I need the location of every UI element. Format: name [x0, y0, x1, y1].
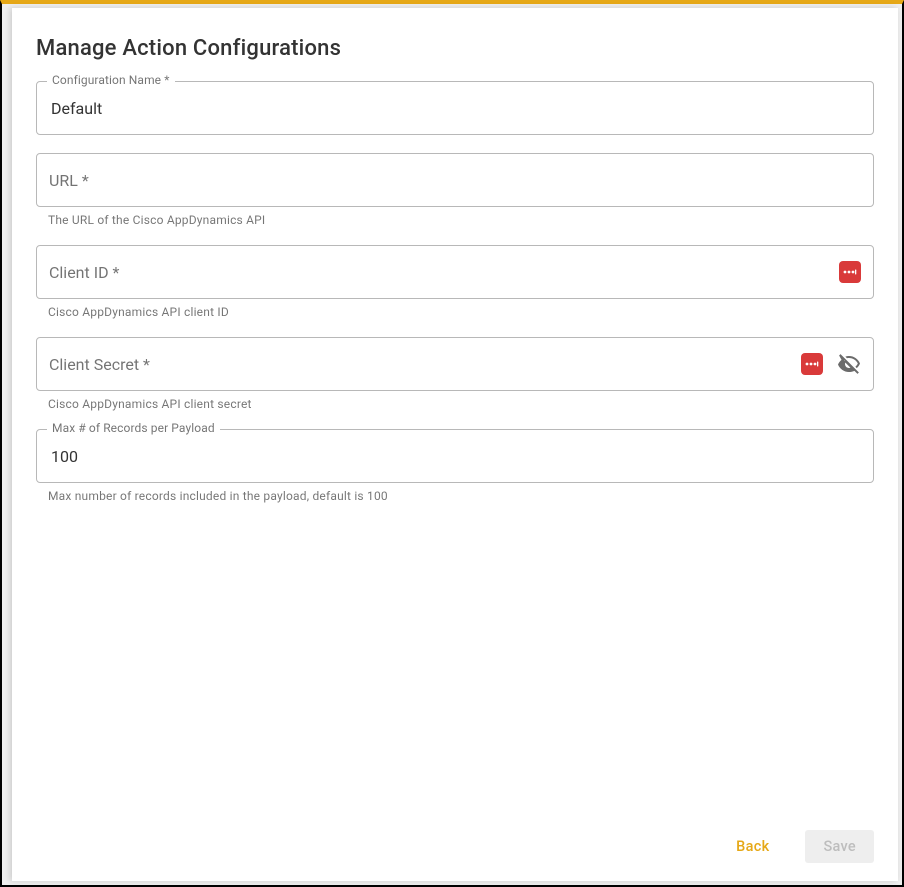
- url-helper: The URL of the Cisco AppDynamics API: [48, 213, 874, 227]
- window-frame: Manage Action Configurations Configurati…: [0, 0, 904, 887]
- client-id-helper: Cisco AppDynamics API client ID: [48, 305, 874, 319]
- form-area: Configuration Name * URL * The URL of th…: [36, 81, 874, 822]
- field-max-records: Max # of Records per Payload Max number …: [36, 429, 874, 503]
- config-modal: Manage Action Configurations Configurati…: [12, 8, 898, 881]
- max-records-input-wrap[interactable]: Max # of Records per Payload: [36, 429, 874, 483]
- field-configuration-name: Configuration Name *: [36, 81, 874, 135]
- field-client-secret: Client Secret * Cisco AppDynamics API cl…: [36, 337, 874, 411]
- client-id-input-wrap[interactable]: Client ID *: [36, 245, 874, 299]
- configuration-name-input-wrap[interactable]: Configuration Name *: [36, 81, 874, 135]
- save-button[interactable]: Save: [805, 830, 874, 863]
- max-records-input[interactable]: [49, 430, 861, 482]
- client-secret-label: Client Secret *: [49, 355, 150, 374]
- modal-footer: Back Save: [36, 822, 874, 863]
- client-secret-input-wrap[interactable]: Client Secret *: [36, 337, 874, 391]
- visibility-off-icon[interactable]: [837, 352, 861, 376]
- field-client-id: Client ID * Cisco AppDynamics API client…: [36, 245, 874, 319]
- secret-manager-icon[interactable]: [801, 353, 823, 375]
- configuration-name-label: Configuration Name *: [47, 73, 175, 87]
- client-secret-helper: Cisco AppDynamics API client secret: [48, 397, 874, 411]
- client-secret-icons: [801, 352, 861, 376]
- url-input-wrap[interactable]: URL *: [36, 153, 874, 207]
- max-records-label: Max # of Records per Payload: [47, 421, 220, 435]
- client-id-label: Client ID *: [49, 263, 119, 282]
- page-title: Manage Action Configurations: [36, 36, 874, 61]
- field-url: URL * The URL of the Cisco AppDynamics A…: [36, 153, 874, 227]
- back-button[interactable]: Back: [718, 830, 787, 863]
- max-records-helper: Max number of records included in the pa…: [48, 489, 874, 503]
- url-label: URL *: [49, 171, 89, 190]
- client-id-icons: [839, 261, 861, 283]
- secret-manager-icon[interactable]: [839, 261, 861, 283]
- configuration-name-input[interactable]: [49, 82, 861, 134]
